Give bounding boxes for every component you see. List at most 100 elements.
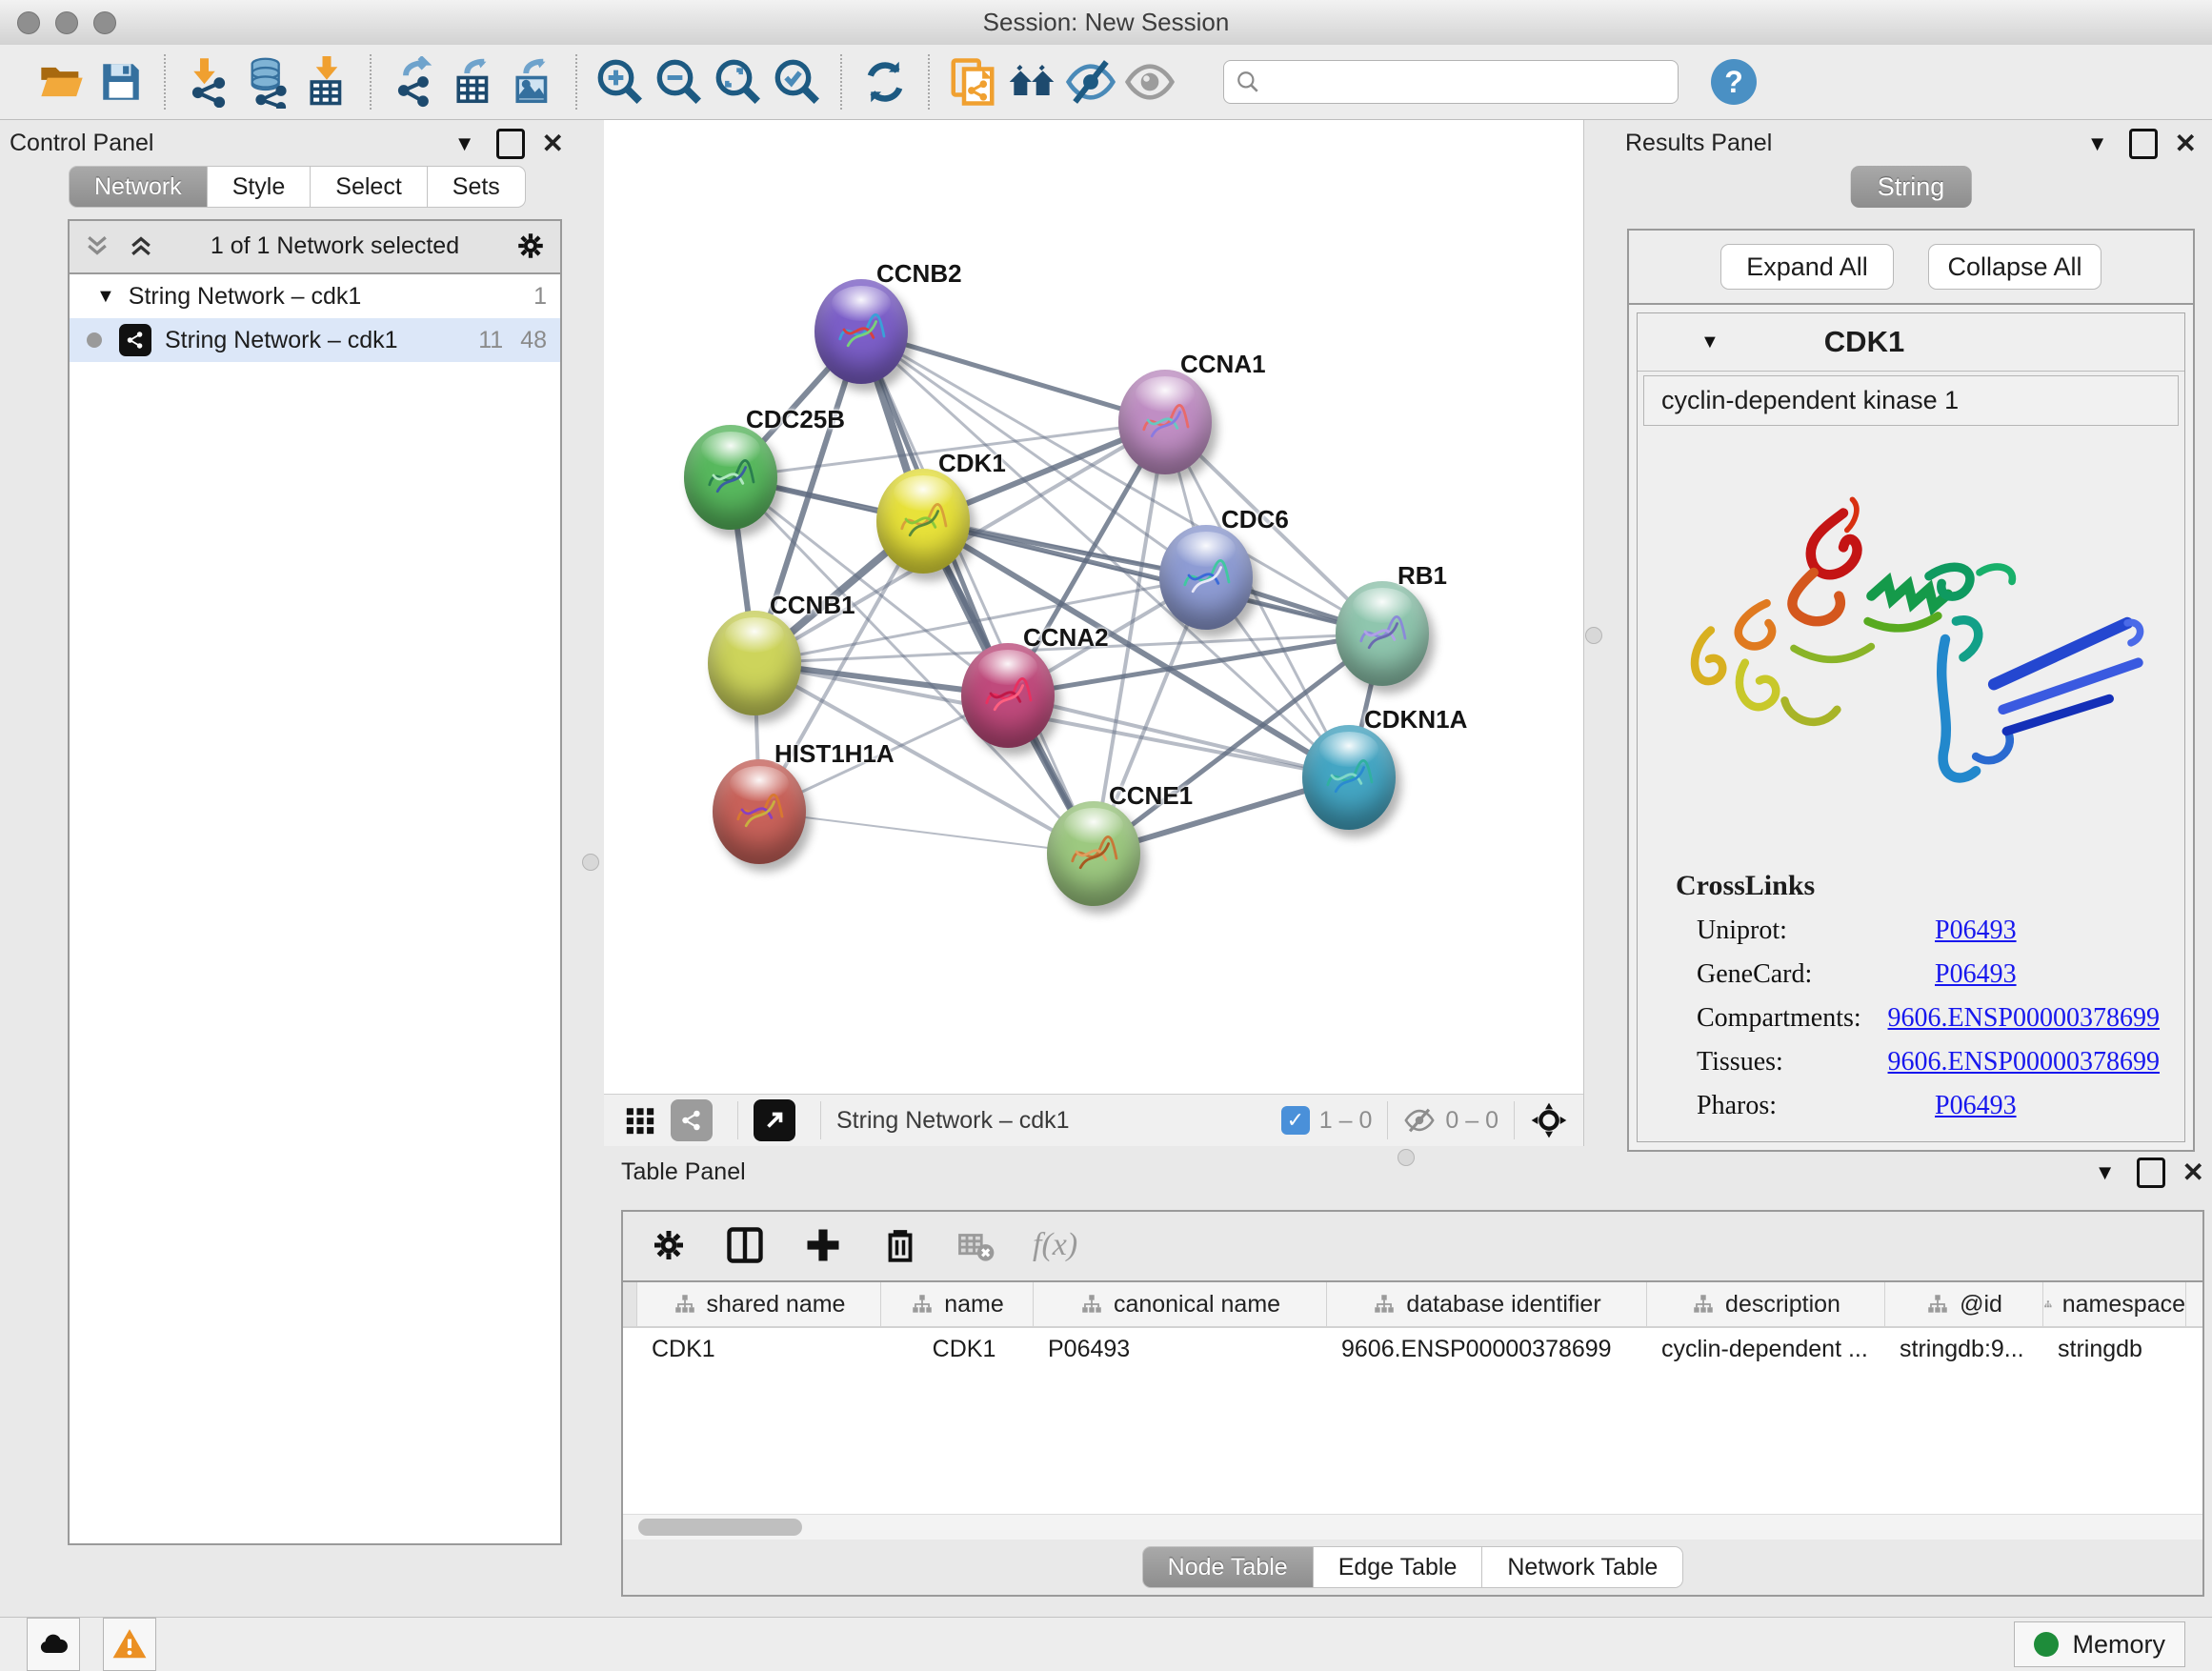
search-input[interactable] xyxy=(1260,68,1666,96)
apply-layout-icon[interactable] xyxy=(855,52,915,111)
collapse-panel-icon[interactable]: ▼ xyxy=(2095,1160,2116,1185)
crosslink-link[interactable]: P06493 xyxy=(1935,1091,2017,1121)
table-horizontal-scrollbar[interactable] xyxy=(623,1514,2202,1540)
warning-icon[interactable] xyxy=(103,1618,156,1671)
expand-all-button[interactable]: Expand All xyxy=(1720,244,1894,290)
network-edge[interactable] xyxy=(861,332,1094,854)
memory-button[interactable]: Memory xyxy=(2014,1621,2185,1667)
tab-node-table[interactable]: Node Table xyxy=(1142,1546,1314,1588)
column-header[interactable]: @id xyxy=(1885,1282,2043,1326)
tab-edge-table[interactable]: Edge Table xyxy=(1314,1546,1483,1588)
collapse-all-icon[interactable] xyxy=(83,232,111,260)
save-session-icon[interactable] xyxy=(91,52,151,111)
zoom-selected-icon[interactable] xyxy=(768,52,827,111)
close-panel-icon[interactable]: ✕ xyxy=(542,128,564,159)
column-header[interactable]: shared name xyxy=(637,1282,881,1326)
network-node-CDK1[interactable] xyxy=(876,469,970,574)
export-table-icon[interactable] xyxy=(444,52,503,111)
copy-style-icon[interactable] xyxy=(943,52,1002,111)
close-panel-icon[interactable]: ✕ xyxy=(2182,1157,2204,1188)
network-row[interactable]: String Network – cdk1 11 48 xyxy=(70,318,560,362)
hide-selected-icon[interactable] xyxy=(1061,52,1120,111)
scrollbar-thumb[interactable] xyxy=(638,1519,802,1536)
open-in-window-icon[interactable] xyxy=(754,1099,795,1141)
collapse-panel-icon[interactable]: ▼ xyxy=(454,131,475,156)
crosslink-link[interactable]: P06493 xyxy=(1935,959,2017,990)
crosslink-link[interactable]: 9606.ENSP00000378699 xyxy=(1888,1003,2160,1034)
network-edge[interactable] xyxy=(759,812,1094,854)
table-cell[interactable]: cyclin-dependent ... xyxy=(1646,1328,1884,1370)
network-badge-icon[interactable] xyxy=(671,1099,713,1141)
network-node-CDC25B[interactable] xyxy=(684,425,777,530)
float-panel-icon[interactable] xyxy=(2137,1158,2165,1188)
birdseye-navigator-icon[interactable] xyxy=(1530,1101,1568,1139)
network-node-CCNB2[interactable] xyxy=(814,279,908,384)
float-panel-icon[interactable] xyxy=(496,129,525,159)
search-box[interactable] xyxy=(1223,60,1679,104)
network-node-CDKN1A[interactable] xyxy=(1302,725,1396,830)
column-header[interactable]: canonical name xyxy=(1034,1282,1327,1326)
import-network-icon[interactable] xyxy=(179,52,238,111)
network-options-gear-icon[interactable] xyxy=(514,230,547,262)
expand-all-icon[interactable] xyxy=(127,232,155,260)
export-network-icon[interactable] xyxy=(385,52,444,111)
add-column-icon[interactable] xyxy=(802,1224,844,1266)
crosslink-link[interactable]: 9606.ENSP00000378699 xyxy=(1888,1047,2160,1077)
table-cell[interactable]: stringdb:9... xyxy=(1884,1328,2042,1370)
cloud-status-icon[interactable] xyxy=(27,1618,80,1671)
right-splitter-handle[interactable] xyxy=(1585,627,1602,644)
network-node-CCNB1[interactable] xyxy=(708,611,801,715)
table-options-gear-icon[interactable] xyxy=(650,1226,688,1264)
network-canvas[interactable]: CCNB2CCNA1CDC25BCDK1CDC6RB1CCNB1CCNA2CDK… xyxy=(604,120,1583,1094)
show-columns-icon[interactable] xyxy=(724,1224,766,1266)
zoom-in-icon[interactable] xyxy=(591,52,650,111)
import-network-database-icon[interactable] xyxy=(238,52,297,111)
left-splitter-handle[interactable] xyxy=(582,854,599,871)
table-row[interactable]: CDK1CDK1P064939606.ENSP00000378699cyclin… xyxy=(623,1328,2202,1370)
tab-sets[interactable]: Sets xyxy=(428,166,526,208)
import-table-icon[interactable] xyxy=(297,52,356,111)
group-nodes-icon[interactable] xyxy=(1002,52,1061,111)
show-grid-icon[interactable] xyxy=(619,1099,661,1141)
collapse-panel-icon[interactable]: ▼ xyxy=(2087,131,2108,156)
open-session-icon[interactable] xyxy=(32,52,91,111)
zoom-out-icon[interactable] xyxy=(650,52,709,111)
column-header[interactable]: namespace xyxy=(2043,1282,2186,1326)
tab-string[interactable]: String xyxy=(1851,166,1972,208)
help-icon[interactable]: ? xyxy=(1711,59,1757,105)
gene-collapse-icon[interactable]: ▼ xyxy=(1700,332,1719,353)
horizontal-splitter-handle[interactable] xyxy=(1398,1149,1415,1166)
column-header[interactable]: database identifier xyxy=(1327,1282,1647,1326)
table-cell[interactable]: 9606.ENSP00000378699 xyxy=(1326,1328,1646,1370)
selected-checkbox-icon[interactable]: ✓ xyxy=(1281,1106,1310,1135)
table-cell[interactable]: CDK1 xyxy=(880,1328,1033,1370)
network-node-HIST1H1A[interactable] xyxy=(713,759,806,864)
tab-network[interactable]: Network xyxy=(69,166,208,208)
network-node-CCNA2[interactable] xyxy=(961,643,1055,748)
float-panel-icon[interactable] xyxy=(2129,129,2158,159)
delete-column-icon[interactable] xyxy=(880,1225,920,1265)
tab-network-table[interactable]: Network Table xyxy=(1482,1546,1683,1588)
zoom-fit-icon[interactable] xyxy=(709,52,768,111)
crosslink-link[interactable]: P06493 xyxy=(1935,916,2017,946)
export-image-icon[interactable] xyxy=(503,52,562,111)
network-node-CCNA1[interactable] xyxy=(1118,370,1212,474)
column-header[interactable]: description xyxy=(1647,1282,1885,1326)
tab-select[interactable]: Select xyxy=(311,166,427,208)
node-table[interactable]: shared namenamecanonical namedatabase id… xyxy=(623,1280,2202,1515)
network-collection-row[interactable]: ▼ String Network – cdk1 1 xyxy=(70,274,560,318)
collection-expand-icon[interactable]: ▼ xyxy=(96,286,115,308)
table-cell[interactable]: stringdb xyxy=(2042,1328,2185,1370)
table-cell[interactable]: CDK1 xyxy=(636,1328,880,1370)
close-panel-icon[interactable]: ✕ xyxy=(2175,128,2197,159)
network-node-CCNE1[interactable] xyxy=(1047,801,1140,906)
results-scroll-area[interactable]: ▼ CDK1 cyclin-dependent kinase 1 xyxy=(1629,305,2193,1150)
network-node-RB1[interactable] xyxy=(1336,581,1429,686)
show-all-icon[interactable] xyxy=(1120,52,1179,111)
collapse-all-button[interactable]: Collapse All xyxy=(1928,244,2101,290)
table-cell[interactable]: P06493 xyxy=(1033,1328,1326,1370)
tab-style[interactable]: Style xyxy=(208,166,312,208)
toolbar-separator xyxy=(370,54,372,110)
network-node-CDC6[interactable] xyxy=(1159,525,1253,630)
column-header[interactable]: name xyxy=(881,1282,1034,1326)
